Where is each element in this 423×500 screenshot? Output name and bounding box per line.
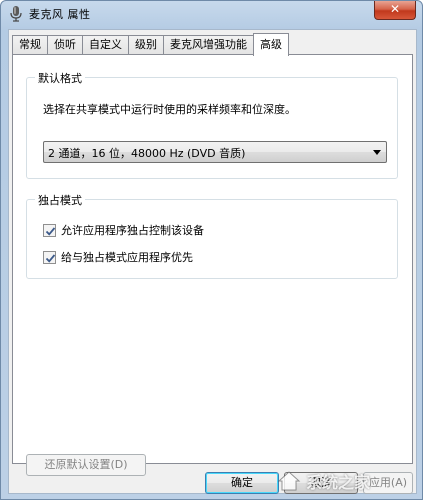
format-dropdown-value: 2 通道，16 位，48000 Hz (DVD 音质) xyxy=(48,147,246,160)
tab-strip: 常规 侦听 自定义 级别 麦克风增强功能 高级 xyxy=(12,33,289,56)
format-dropdown[interactable]: 2 通道，16 位，48000 Hz (DVD 音质) xyxy=(43,141,387,163)
allow-exclusive-control-row[interactable]: 允许应用程序独占控制该设备 xyxy=(43,222,204,238)
allow-exclusive-control-label: 允许应用程序独占控制该设备 xyxy=(61,224,204,237)
properties-window: 麦克风 属性 ✕ 常规 侦听 自定义 级别 麦克风增强功能 高级 默认格式 选择… xyxy=(0,0,423,500)
checkmark-icon xyxy=(45,226,56,236)
checkmark-icon xyxy=(45,253,56,263)
exclusive-mode-group: 独占模式 允许应用程序独占控制该设备 给与独占模式应用程序优先 xyxy=(26,192,398,279)
default-format-group: 默认格式 选择在共享模式中运行时使用的采样频率和位深度。 2 通道，16 位，4… xyxy=(26,70,398,179)
tab-advanced[interactable]: 高级 xyxy=(253,33,289,56)
window-title: 麦克风 属性 xyxy=(29,8,91,21)
tab-listen[interactable]: 侦听 xyxy=(47,35,83,55)
close-icon: ✕ xyxy=(389,2,401,16)
tab-enhancements[interactable]: 麦克风增强功能 xyxy=(163,35,254,55)
advanced-panel: 默认格式 选择在共享模式中运行时使用的采样频率和位深度。 2 通道，16 位，4… xyxy=(12,54,413,476)
microphone-icon xyxy=(10,6,22,22)
default-format-description: 选择在共享模式中运行时使用的采样频率和位深度。 xyxy=(43,103,296,116)
dropdown-arrow-icon xyxy=(373,150,381,155)
close-button[interactable]: ✕ xyxy=(374,1,416,20)
give-priority-row[interactable]: 给与独占模式应用程序优先 xyxy=(43,249,193,265)
title-bar[interactable]: 麦克风 属性 ✕ xyxy=(1,1,422,27)
dialog-body: 常规 侦听 自定义 级别 麦克风增强功能 高级 默认格式 选择在共享模式中运行时… xyxy=(8,29,417,494)
ok-button[interactable]: 确定 xyxy=(205,472,279,494)
give-priority-label: 给与独占模式应用程序优先 xyxy=(61,251,193,264)
give-priority-checkbox[interactable] xyxy=(43,250,56,264)
tab-general[interactable]: 常规 xyxy=(12,35,48,55)
restore-defaults-button[interactable]: 还原默认设置(D) xyxy=(26,454,146,476)
exclusive-mode-title: 独占模式 xyxy=(35,192,85,208)
watermark: 系统之家 xyxy=(276,462,423,500)
watermark-text: 系统之家 xyxy=(306,473,371,492)
house-logo-icon xyxy=(277,471,301,491)
default-format-title: 默认格式 xyxy=(35,70,85,86)
tab-levels[interactable]: 级别 xyxy=(128,35,164,55)
allow-exclusive-control-checkbox[interactable] xyxy=(43,223,56,237)
tab-custom[interactable]: 自定义 xyxy=(82,35,129,55)
